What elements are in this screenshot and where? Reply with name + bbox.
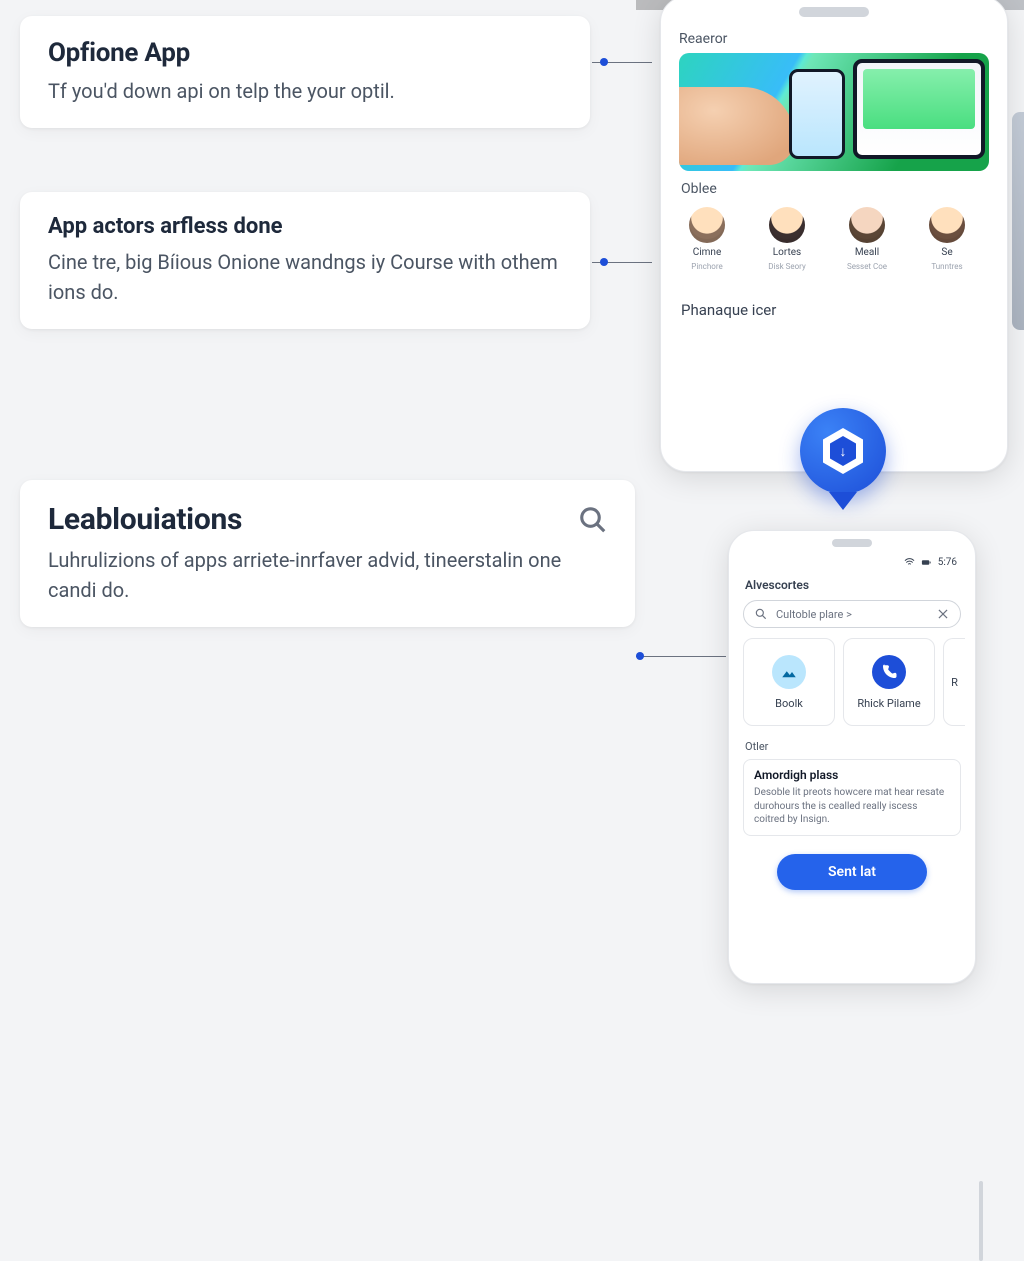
avatar-icon <box>769 207 805 243</box>
connector-dot <box>600 258 608 266</box>
decorative-right-sliver <box>1012 112 1024 330</box>
phone-notch <box>832 539 872 547</box>
avatar-item[interactable]: Lortes Disk Seory <box>759 207 815 271</box>
section-label: Reaeror <box>679 31 989 47</box>
avatar-name: Lortes <box>773 247 801 258</box>
card-body: Tf you'd down api on telp the your optil… <box>48 76 562 106</box>
avatar-name: Meall <box>855 247 879 258</box>
avatar-sub: Disk Seory <box>768 262 805 271</box>
avatar-sub: Tunntres <box>931 262 962 271</box>
avatar-icon <box>929 207 965 243</box>
search-icon[interactable] <box>575 502 611 538</box>
hero-image[interactable] <box>679 53 989 171</box>
tile-label: Rhick Pilame <box>857 697 920 710</box>
section-label: Phanaque icer <box>681 301 989 319</box>
avatar-item[interactable]: Cimne Pinchore <box>679 207 735 271</box>
download-glyph: ↓ <box>830 436 856 466</box>
avatar-name: Cimne <box>693 247 722 258</box>
card-title: App actors arfless done <box>48 214 562 239</box>
avatar-name: Se <box>941 247 952 258</box>
avatar-icon <box>689 207 725 243</box>
card-body: Cine tre, big Bíious Onione wandngs iy C… <box>48 247 562 307</box>
section-label: Otler <box>739 726 965 759</box>
info-card-actors: App actors arfless done Cine tre, big Bí… <box>20 192 590 329</box>
tile-label: R <box>951 676 958 689</box>
avatar-sub: Pinchore <box>691 262 722 271</box>
info-card-opfione: Opfione App Tf you'd down api on telp th… <box>20 16 590 128</box>
close-icon[interactable] <box>936 607 950 621</box>
avatar-item[interactable]: Meall Sesset Coe <box>839 207 895 271</box>
info-card-leablouiations: Leablouiations Luhrulizions of apps arri… <box>20 480 635 627</box>
tile-book[interactable]: Boolk <box>743 638 835 726</box>
avatar-item[interactable]: Se Tunntres <box>919 207 975 271</box>
connector-line <box>636 656 726 657</box>
avatar-sub: Sesset Coe <box>847 262 887 271</box>
tile-more[interactable]: R <box>943 638 965 726</box>
search-icon <box>754 607 768 621</box>
search-input[interactable]: Cultoble plare > <box>743 600 961 628</box>
status-bar: 5:76 <box>739 557 965 574</box>
section-label: Oblee <box>681 181 989 197</box>
primary-button[interactable]: Sent lat <box>777 854 927 890</box>
wifi-icon <box>904 557 915 568</box>
card-title: Leablouiations <box>48 502 607 537</box>
tile-label: Boolk <box>775 697 803 710</box>
status-time: 5:76 <box>938 557 957 568</box>
search-placeholder: Cultoble plare > <box>776 608 852 621</box>
note-card[interactable]: Amordigh plass Desoble lit preots howcer… <box>743 759 961 836</box>
phone-mockup-top: Reaeror Oblee Cimne Pinchore Lortes Disk… <box>660 0 1008 472</box>
location-pin-icon[interactable]: ↓ <box>800 408 886 508</box>
battery-icon <box>921 557 932 568</box>
note-desc: Desoble lit preots howcere mat hear resa… <box>754 786 950 827</box>
phone-icon <box>872 655 906 689</box>
primary-button-label: Sent lat <box>828 864 876 880</box>
scrollbar[interactable] <box>979 1181 983 1261</box>
tile-phone[interactable]: Rhick Pilame <box>843 638 935 726</box>
note-title: Amordigh plass <box>754 768 950 782</box>
phone-notch <box>799 7 869 17</box>
avatar-row: Cimne Pinchore Lortes Disk Seory Meall S… <box>679 207 989 271</box>
phone-mockup-bottom: 5:76 Alvescortes Cultoble plare > Boolk … <box>728 530 976 984</box>
card-body: Luhrulizions of apps arriete-inrfaver ad… <box>48 545 607 605</box>
section-label: Alvescortes <box>739 574 965 600</box>
avatar-icon <box>849 207 885 243</box>
connector-dot <box>636 652 644 660</box>
connector-dot <box>600 58 608 66</box>
image-icon <box>772 655 806 689</box>
tile-row: Boolk Rhick Pilame R <box>739 638 965 726</box>
card-title: Opfione App <box>48 38 562 68</box>
